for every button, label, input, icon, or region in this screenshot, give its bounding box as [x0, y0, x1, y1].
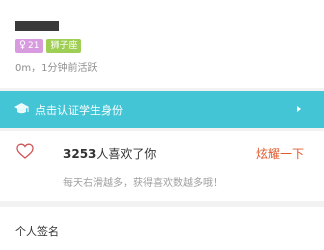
redacted-username — [15, 21, 59, 31]
student-verify-banner[interactable]: 点击认证学生身份 — [0, 91, 324, 128]
chevron-right-icon — [297, 106, 301, 112]
age-text: 21 — [28, 41, 40, 51]
likes-count: 3253 — [63, 147, 97, 161]
zodiac-badge: 狮子座 — [46, 39, 82, 53]
likes-suffix: 人喜欢了你 — [96, 147, 157, 161]
activity-status: 0m，1分钟前活跃 — [15, 63, 98, 74]
profile-header: 21 狮子座 0m，1分钟前活跃 — [0, 0, 324, 88]
female-icon — [19, 40, 26, 49]
signature-label: 个人签名 — [15, 225, 59, 238]
show-off-button[interactable]: 炫耀一下 — [256, 145, 304, 162]
heart-outline-icon — [16, 143, 34, 159]
graduation-cap-icon — [14, 103, 29, 114]
profile-tags: 21 狮子座 — [15, 39, 84, 53]
gender-age-badge: 21 — [15, 39, 44, 53]
likes-summary: 3253人喜欢了你 — [63, 145, 156, 162]
likes-section: 3253人喜欢了你 炫耀一下 每天右滑越多，获得喜欢数越多哦！ — [0, 131, 324, 201]
student-verify-label: 点击认证学生身份 — [35, 104, 123, 117]
likes-hint: 每天右滑越多，获得喜欢数越多哦！ — [63, 178, 223, 189]
signature-section[interactable]: 个人签名 — [0, 207, 324, 250]
